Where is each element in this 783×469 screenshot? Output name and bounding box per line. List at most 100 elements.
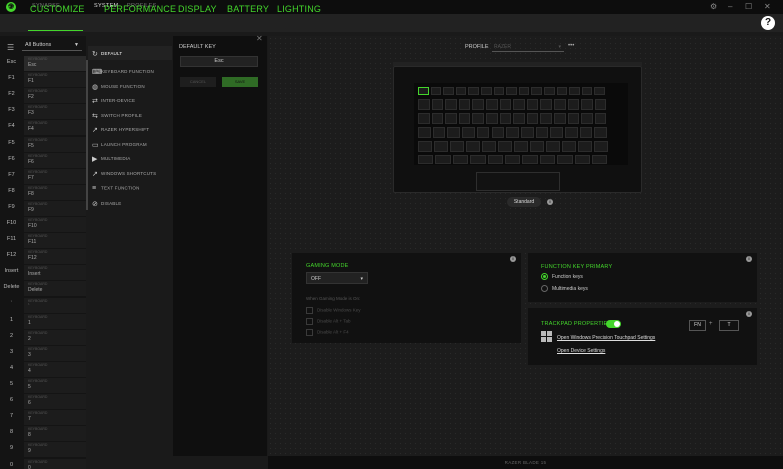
tab-battery[interactable]: BATTERY [227, 4, 269, 14]
keyboard-key[interactable] [499, 113, 512, 124]
function-launch-program[interactable]: ▭ LAUNCH PROGRAM [92, 141, 147, 149]
open-touchpad-settings-link[interactable]: Open Windows Precision Touchpad Settings [557, 335, 655, 341]
maximize-icon[interactable]: ☐ [745, 2, 752, 12]
key-list-item[interactable]: 6 KEYBOARD 6 [0, 393, 86, 410]
key-list-item[interactable]: 1 KEYBOARD 1 [0, 313, 86, 329]
key-list-item[interactable]: 8 KEYBOARD 8 [0, 425, 86, 442]
button-filter-dropdown[interactable]: All Buttons ▼ [22, 40, 82, 51]
keyboard-key[interactable] [432, 127, 446, 138]
key-list-item[interactable]: 4 KEYBOARD 4 [0, 361, 86, 377]
key-list-item[interactable]: F7 KEYBOARD F7 [0, 168, 86, 184]
keyboard-key[interactable] [445, 99, 457, 110]
keyboard-key[interactable] [594, 113, 607, 124]
tab-display[interactable]: DISPLAY [178, 4, 217, 14]
keyboard-key[interactable] [482, 141, 496, 152]
keyboard-key[interactable] [493, 87, 505, 95]
keyboard-key[interactable] [450, 141, 464, 152]
function-keys-radio[interactable]: Function keys [541, 273, 583, 280]
keyboard-key[interactable] [526, 113, 539, 124]
keyboard-key[interactable] [513, 99, 525, 110]
keyboard-key[interactable] [481, 87, 492, 95]
info-icon[interactable]: i [746, 256, 752, 262]
keyboard-key[interactable] [498, 141, 512, 152]
keyboard-key[interactable] [574, 155, 590, 164]
keyboard-key[interactable] [506, 127, 519, 138]
key-list-item[interactable]: 0 KEYBOARD 0 [0, 458, 86, 469]
keyboard-key[interactable] [487, 155, 503, 164]
back-arrow-icon[interactable]: < [6, 3, 11, 13]
keyboard-key[interactable] [418, 141, 432, 152]
keyboard-key[interactable] [476, 127, 490, 138]
key-list-item[interactable]: Insert KEYBOARD Insert [0, 264, 86, 281]
keyboard-key[interactable] [430, 87, 442, 95]
keyboard-key[interactable] [592, 155, 608, 164]
key-list-item[interactable]: Delete KEYBOARD Delete [0, 280, 86, 297]
keyboard-key[interactable] [581, 99, 593, 110]
keyboard-key[interactable] [594, 127, 608, 138]
keyboard-key[interactable] [581, 87, 593, 95]
keyboard-key[interactable] [554, 99, 566, 110]
function-keyboard-function[interactable]: ⌨KEYBOARD FUNCTION [92, 68, 154, 76]
keyboard-key[interactable] [526, 99, 539, 110]
keyboard-key[interactable] [579, 127, 593, 138]
info-icon[interactable]: i [510, 256, 516, 262]
keyboard-key[interactable] [466, 141, 480, 152]
keyboard-key[interactable] [569, 87, 580, 95]
open-device-settings-link[interactable]: Open Device Settings [557, 348, 605, 354]
keyboard-key[interactable] [434, 141, 448, 152]
keyboard-key[interactable] [550, 127, 563, 138]
tab-lighting[interactable]: LIGHTING [277, 4, 321, 14]
keyboard-key[interactable] [418, 113, 430, 124]
keyboard-key[interactable] [594, 87, 605, 95]
key-list-item[interactable]: F8 KEYBOARD F8 [0, 184, 86, 200]
keyboard-key[interactable] [486, 99, 498, 110]
keyboard-key[interactable] [468, 87, 479, 95]
multimedia-keys-radio[interactable]: Multimedia keys [541, 285, 588, 292]
keyboard-key[interactable] [455, 87, 467, 95]
keyboard-key[interactable] [472, 99, 484, 110]
key-list-item[interactable]: 7 KEYBOARD 7 [0, 409, 86, 426]
function-multimedia[interactable]: ▶ MULTIMEDIA [92, 155, 130, 163]
keyboard-key[interactable] [431, 113, 444, 124]
key-list-item[interactable]: Esc KEYBOARD Esc [0, 55, 86, 72]
key-list-item[interactable]: F11 KEYBOARD F11 [0, 232, 86, 249]
keyboard-key[interactable] [418, 127, 431, 138]
keyboard-key[interactable] [546, 141, 560, 152]
keyboard-key-esc[interactable] [418, 87, 429, 95]
keyboard-key[interactable] [535, 127, 549, 138]
keyboard-key[interactable] [514, 141, 528, 152]
key-list-item[interactable]: F1 KEYBOARD F1 [0, 71, 86, 88]
key-list-item[interactable]: F3 KEYBOARD F3 [0, 103, 86, 120]
key-list-item[interactable]: 2 KEYBOARD 2 [0, 329, 86, 345]
keyboard-key[interactable] [486, 113, 498, 124]
key-list-item[interactable]: F9 KEYBOARD F9 [0, 200, 86, 216]
keyboard-key[interactable] [544, 87, 555, 95]
trackpad-toggle[interactable] [606, 320, 621, 328]
key-list-item[interactable]: F6 KEYBOARD F6 [0, 152, 86, 168]
more-options-icon[interactable]: ••• [568, 43, 574, 49]
keyboard-key[interactable] [443, 87, 454, 95]
info-icon[interactable]: i [746, 311, 752, 317]
function-switch-profile[interactable]: ⇆ SWITCH PROFILE [92, 112, 142, 120]
keyboard-key[interactable] [506, 87, 517, 95]
gaming-mode-dropdown[interactable]: OFF ▾ [306, 272, 368, 284]
keyboard-key[interactable] [431, 99, 444, 110]
close-window-icon[interactable]: ✕ [764, 2, 771, 12]
keyboard-key[interactable] [581, 113, 593, 124]
profile-dropdown[interactable]: RAZER ▾ [492, 42, 564, 52]
function-disable[interactable]: ⊘ DISABLE [92, 200, 121, 208]
key-list-item[interactable]: F2 KEYBOARD F2 [0, 87, 86, 104]
minimize-icon[interactable]: – [728, 2, 732, 12]
keyboard-key[interactable] [539, 155, 556, 164]
key-list-item[interactable]: F5 KEYBOARD F5 [0, 136, 86, 152]
keyboard-key[interactable] [513, 113, 525, 124]
keyboard-key[interactable] [491, 127, 505, 138]
keyboard-key[interactable] [458, 113, 471, 124]
keyboard-key[interactable] [522, 155, 538, 164]
keyboard-key[interactable] [594, 99, 607, 110]
function-inter-device[interactable]: ⇄ INTER-DEVICE [92, 97, 135, 105]
keyboard-key[interactable] [447, 127, 461, 138]
disable-alt-f4-checkbox[interactable]: Disable Alt + F4 [306, 329, 349, 336]
disable-alt-tab-checkbox[interactable]: Disable Alt + Tab [306, 318, 351, 325]
keyboard-key[interactable] [520, 127, 534, 138]
